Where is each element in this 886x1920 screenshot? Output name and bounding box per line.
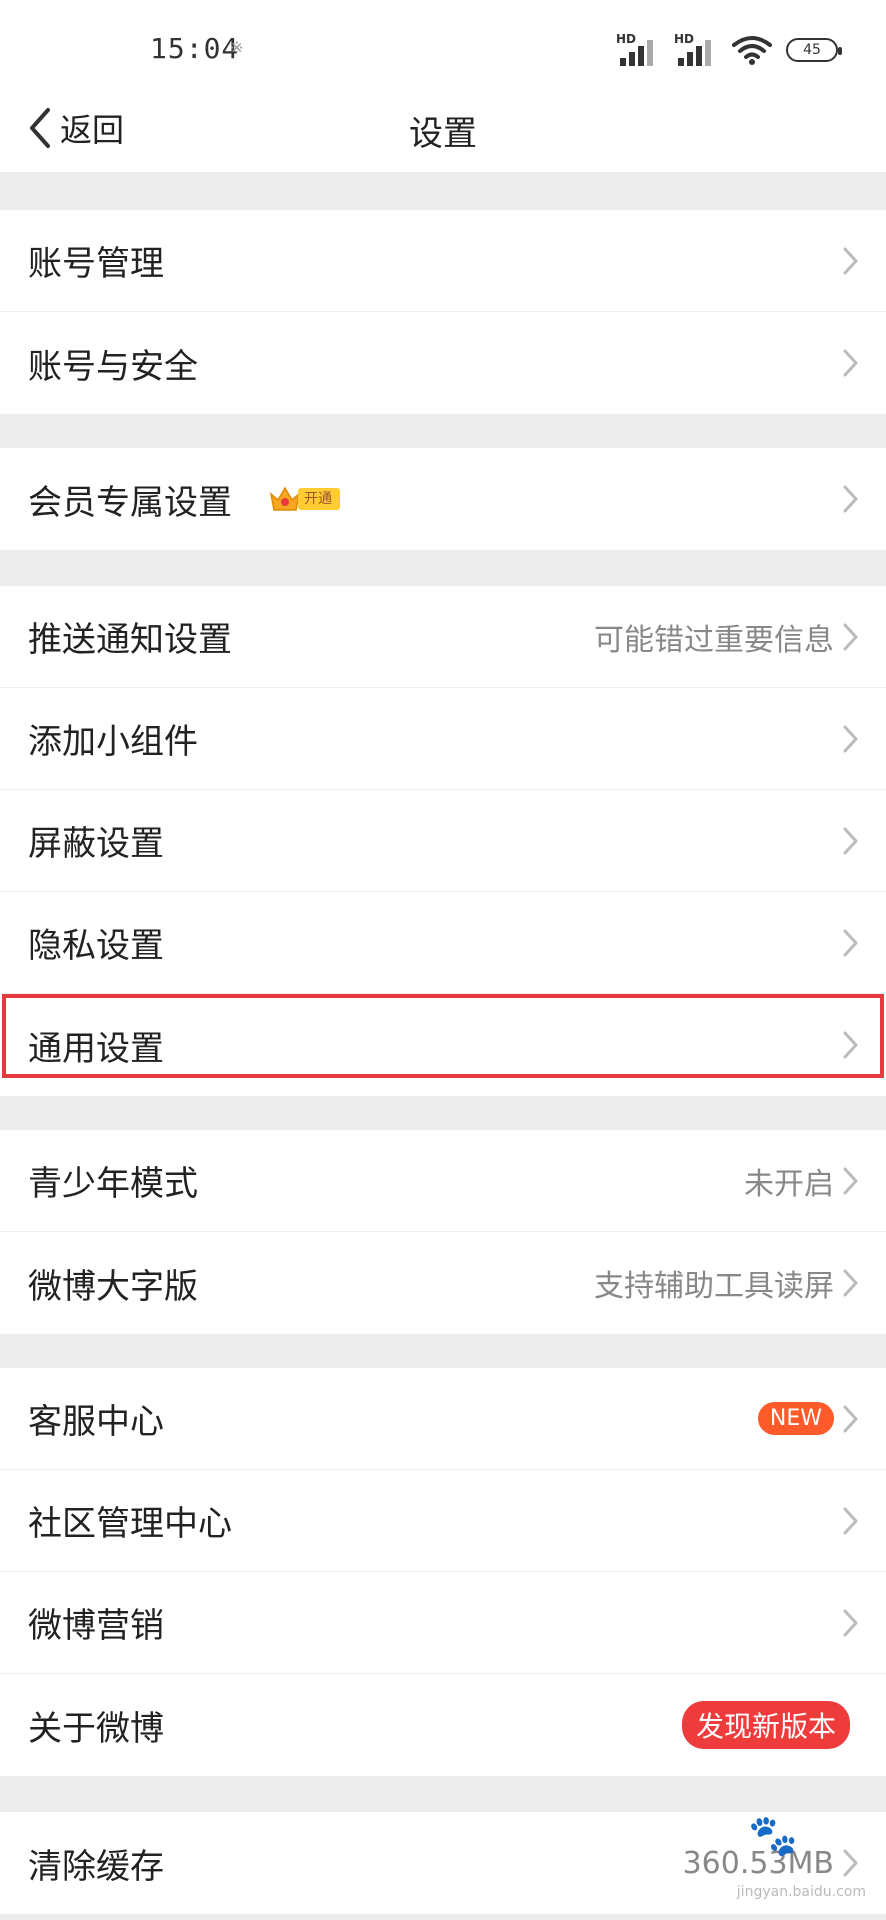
row-label: 隐私设置 — [28, 926, 164, 966]
wifi-icon — [732, 36, 772, 65]
vip-badge[interactable]: 开通 — [268, 484, 340, 514]
row-label: 客服中心 — [28, 1402, 164, 1442]
chevron-right-icon — [843, 1269, 858, 1297]
chevron-right-icon — [843, 247, 858, 274]
watermark: jingyan.baidu.com — [736, 1884, 866, 1900]
row-label: 推送通知设置 — [28, 620, 232, 660]
row-value: 未开启 — [744, 1166, 834, 1202]
chevron-right-icon — [843, 1849, 858, 1877]
row-label: 屏蔽设置 — [28, 824, 164, 864]
row-value: 可能错过重要信息 — [594, 622, 834, 658]
chevron-right-icon — [843, 1031, 858, 1059]
chevron-right-icon — [843, 349, 858, 377]
settings-row-account-management[interactable]: 账号管理 — [0, 210, 886, 312]
settings-row-weibo-marketing[interactable]: 微博营销 — [0, 1572, 886, 1674]
row-label: 账号管理 — [28, 244, 164, 284]
settings-row-vip-settings[interactable]: 会员专属设置 开通 — [0, 448, 886, 550]
signal-icon-1: HD — [616, 32, 660, 66]
row-value: 支持辅助工具读屏 — [594, 1269, 834, 1304]
settings-group-vip: 会员专属设置 开通 — [0, 448, 886, 550]
settings-row-push-notifications[interactable]: 推送通知设置 可能错过重要信息 — [0, 586, 886, 688]
row-label: 会员专属设置 — [28, 482, 232, 523]
settings-row-large-font-edition[interactable]: 微博大字版 支持辅助工具读屏 — [0, 1232, 886, 1334]
settings-row-general-settings[interactable]: 通用设置 — [0, 994, 886, 1096]
watermark-paw-icon: 🐾 — [748, 1813, 798, 1859]
settings-row-about-weibo[interactable]: 关于微博 发现新版本 — [0, 1674, 886, 1776]
page-title: 设置 — [409, 114, 477, 154]
chevron-right-icon — [843, 827, 858, 854]
notification-icon: ※ — [230, 38, 244, 57]
chevron-right-icon — [843, 1405, 858, 1432]
chevron-right-icon — [843, 623, 858, 650]
nav-bar: 返回 设置 — [0, 96, 886, 172]
row-label: 清除缓存 — [28, 1846, 164, 1887]
chevron-right-icon — [843, 485, 858, 513]
chevron-right-icon — [843, 725, 858, 752]
row-label: 账号与安全 — [28, 346, 198, 387]
battery-level: 45 — [803, 42, 821, 58]
battery-icon: 45 — [786, 38, 842, 62]
settings-row-community-center[interactable]: 社区管理中心 — [0, 1470, 886, 1572]
signal-icon-2: HD — [674, 32, 718, 66]
settings-row-account-security[interactable]: 账号与安全 — [0, 312, 886, 414]
settings-row-teen-mode[interactable]: 青少年模式 未开启 — [0, 1130, 886, 1232]
new-version-badge: 发现新版本 — [681, 1701, 850, 1749]
settings-row-customer-service[interactable]: 客服中心 NEW — [0, 1368, 886, 1470]
status-time: 15:04 — [150, 32, 240, 65]
row-label: 微博营销 — [28, 1606, 164, 1646]
row-label: 微博大字版 — [28, 1266, 198, 1307]
row-label: 社区管理中心 — [28, 1504, 232, 1544]
settings-group-support: 客服中心 NEW 社区管理中心 微博营销 关于微博 发现新版本 — [0, 1368, 886, 1776]
settings-row-add-widget[interactable]: 添加小组件 — [0, 688, 886, 790]
row-label: 通用设置 — [28, 1028, 164, 1069]
chevron-right-icon — [843, 1167, 858, 1194]
new-badge: NEW — [757, 1402, 834, 1435]
settings-row-privacy-settings[interactable]: 隐私设置 — [0, 892, 886, 994]
crown-icon — [269, 486, 301, 511]
chevron-right-icon — [843, 1609, 858, 1636]
row-label: 关于微博 — [28, 1708, 164, 1749]
settings-group-accessibility: 青少年模式 未开启 微博大字版 支持辅助工具读屏 — [0, 1130, 886, 1334]
settings-group-general: 推送通知设置 可能错过重要信息 添加小组件 屏蔽设置 隐私设置 通用设置 — [0, 586, 886, 1096]
status-icons: HD HD 45 — [616, 30, 842, 66]
settings-row-block-settings[interactable]: 屏蔽设置 — [0, 790, 886, 892]
chevron-right-icon — [843, 929, 858, 956]
row-label: 青少年模式 — [28, 1164, 198, 1204]
chevron-right-icon — [843, 1507, 858, 1534]
vip-open-tag: 开通 — [298, 488, 340, 510]
status-bar: 15:04 ※ HD HD 45 — [0, 0, 886, 96]
settings-group-account: 账号管理 账号与安全 — [0, 210, 886, 414]
row-label: 添加小组件 — [28, 722, 198, 762]
